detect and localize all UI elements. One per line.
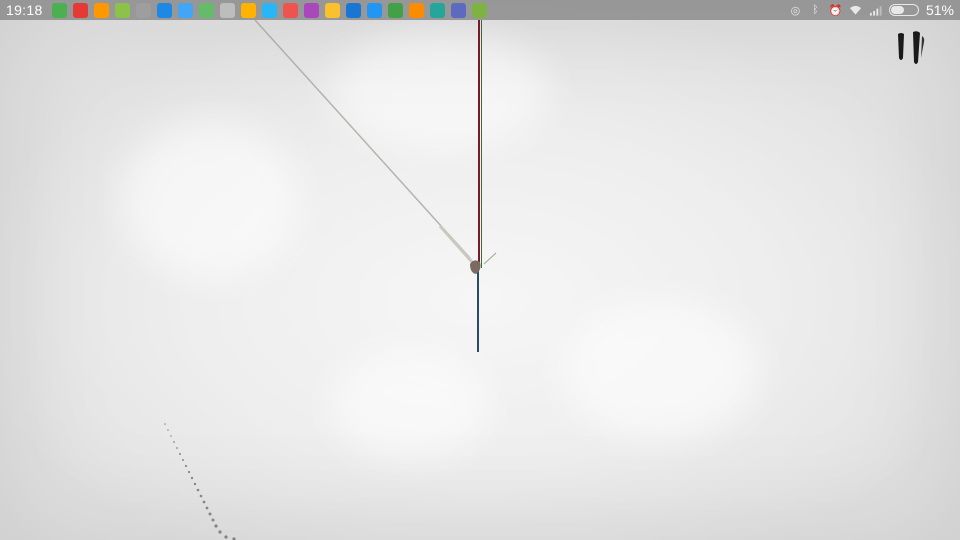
game-scene [164, 19, 497, 540]
bluetooth-icon: ᛒ [812, 4, 819, 16]
wifi-icon [849, 4, 862, 17]
app-icon-green [51, 2, 67, 18]
alarm-sync-icon: ◎ [790, 4, 801, 17]
app-icon-green [471, 2, 487, 18]
app-icon-blue [177, 2, 193, 18]
play-icon [219, 2, 235, 18]
play-icon [387, 2, 403, 18]
app-icon-red [282, 2, 298, 18]
battery-level [890, 6, 904, 14]
app-icon-yellow [324, 2, 340, 18]
app-icon-orange [408, 2, 424, 18]
battery-icon [888, 4, 919, 16]
notification-icons [49, 2, 490, 18]
app-icon-blue [345, 2, 361, 18]
pause-button[interactable] [892, 28, 932, 68]
app-icon-gray [135, 2, 151, 18]
rope-end [438, 225, 474, 263]
app-icon-green [429, 2, 445, 18]
system-tray: ◎ ᛒ ⏰ 51% [789, 2, 954, 18]
app-icon-multicolor [303, 2, 319, 18]
status-bar: 19:18 ◎ ᛒ ⏰ 51% [0, 0, 960, 20]
pause-icon [898, 31, 925, 64]
download-icon [198, 2, 214, 18]
rope [254, 19, 471, 259]
battery-percent: 51% [925, 2, 954, 18]
app-icon-red [72, 2, 88, 18]
app-icon-multicolor [114, 2, 130, 18]
app-icon-multicolor [240, 2, 256, 18]
alarm-clock-icon: ⏰ [828, 4, 843, 17]
app-icon-multicolor [93, 2, 109, 18]
dotted-trail [164, 423, 236, 540]
app-icon-blue [156, 2, 172, 18]
status-time: 19:18 [6, 2, 43, 18]
signal-icon [869, 4, 882, 17]
game-screen: 19:18 ◎ ᛒ ⏰ 51% [0, 0, 960, 540]
shield-icon [450, 2, 466, 18]
climber-stick [483, 252, 497, 265]
app-icon-blue [366, 2, 382, 18]
app-icon-blue [261, 2, 277, 18]
